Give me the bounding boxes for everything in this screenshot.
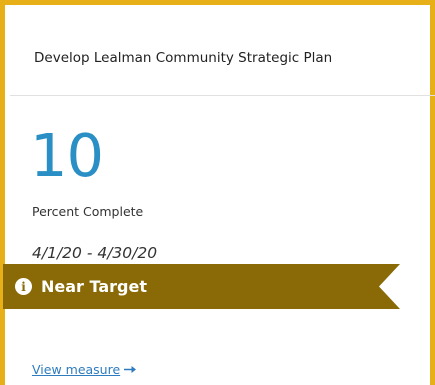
card-header: Develop Lealman Community Strategic Plan bbox=[10, 10, 435, 96]
progress-value: 10 bbox=[30, 121, 104, 190]
status-label: Near Target bbox=[41, 277, 147, 296]
status-ribbon: i Near Target bbox=[3, 264, 400, 309]
view-measure-label: View measure bbox=[32, 362, 121, 377]
info-icon: i bbox=[15, 278, 32, 295]
measure-card: Develop Lealman Community Strategic Plan… bbox=[0, 0, 435, 385]
arrow-right-icon bbox=[124, 363, 137, 377]
card-title: Develop Lealman Community Strategic Plan bbox=[34, 50, 333, 66]
date-range: 4/1/20 - 4/30/20 bbox=[32, 244, 158, 262]
view-measure-link[interactable]: View measure bbox=[32, 362, 137, 377]
progress-value-label: Percent Complete bbox=[32, 204, 144, 219]
